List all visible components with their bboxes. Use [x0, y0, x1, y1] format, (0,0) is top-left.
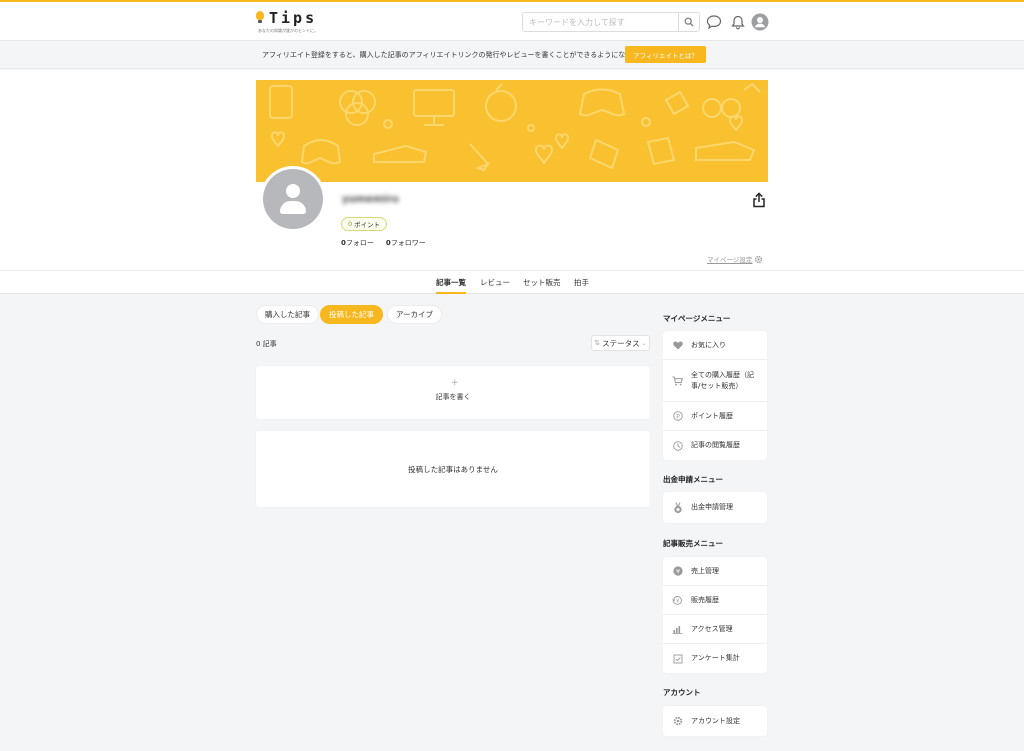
profile-avatar	[260, 166, 326, 232]
chat-bubble-icon	[706, 15, 722, 30]
profile-section: yumemiru 0 ポイント 0フォロー 0フォロワー マイページ設定	[0, 70, 1024, 270]
menu-item-point-history[interactable]: P ポイント履歴	[663, 402, 767, 431]
cart-icon	[672, 375, 683, 386]
empty-articles-message: 投稿した記事はありません	[408, 465, 498, 474]
banner-pattern-illustration	[269, 82, 761, 172]
points-badge: 0 ポイント	[341, 217, 388, 231]
payout-menu: 出金申請管理	[663, 492, 767, 523]
svg-text:P: P	[676, 413, 680, 420]
profile-tabs: 記事一覧 レビュー セット販売 拍手	[0, 270, 1024, 294]
menu-item-sales-management[interactable]: ¥ 売上管理	[663, 557, 767, 586]
mypage-menu-title: マイページメニュー	[663, 314, 731, 323]
menu-item-payout-management[interactable]: 出金申請管理	[663, 492, 767, 523]
sort-icon: ⇅	[594, 339, 601, 347]
gear-icon	[755, 255, 763, 263]
menu-item-account-settings[interactable]: アカウント設定	[663, 706, 767, 736]
heart-icon	[672, 340, 683, 351]
profile-username: yumemiru	[342, 194, 399, 205]
logo-text: Tips	[269, 9, 318, 27]
menu-item-label: 売上管理	[691, 566, 719, 575]
affiliate-notice-text: アフィリエイト登録をすると、購入した記事のアフィリエイトリンクの発行やレビューを…	[262, 51, 653, 59]
user-menu-button[interactable]	[751, 13, 769, 31]
menu-item-favorites[interactable]: お気に入り	[663, 331, 767, 360]
menu-item-label: 記事の閲覧履歴	[691, 441, 740, 449]
bell-icon	[731, 15, 745, 29]
sales-history-icon: ¥	[672, 595, 683, 606]
profile-banner	[256, 80, 768, 182]
point-icon: P	[672, 411, 683, 422]
menu-item-label: お気に入り	[691, 340, 726, 349]
survey-icon	[672, 653, 683, 664]
share-icon	[753, 192, 765, 208]
menu-item-label: アクセス管理	[691, 624, 733, 633]
bar-chart-icon	[672, 624, 683, 635]
menu-item-access-management[interactable]: アクセス管理	[663, 615, 767, 644]
notifications-button[interactable]	[729, 13, 747, 31]
follow-label: フォロー	[345, 239, 374, 247]
menu-item-survey-summary[interactable]: アンケート集計	[663, 644, 767, 673]
medal-icon	[672, 501, 683, 513]
yen-icon: ¥	[672, 566, 683, 577]
tab-reviews[interactable]: レビュー	[480, 271, 510, 294]
svg-text:¥: ¥	[675, 567, 679, 575]
search-box	[522, 12, 700, 32]
pill-archive[interactable]: アーカイブ	[387, 305, 443, 324]
lightbulb-icon	[256, 11, 264, 23]
menu-item-label: ポイント履歴	[691, 411, 733, 420]
affiliate-info-button[interactable]: アフィリエイトとは？	[625, 46, 706, 63]
write-article-label: 記事を書く	[435, 393, 471, 401]
sales-menu: ¥ 売上管理 ¥ 販売履歴 アクセス管理 アンケート集計	[663, 557, 767, 673]
tab-set-sales[interactable]: セット販売	[523, 271, 561, 294]
menu-item-purchase-history[interactable]: 全ての購入履歴（記事/セット販売）	[663, 360, 767, 402]
tab-articles[interactable]: 記事一覧	[436, 271, 466, 294]
menu-item-view-history[interactable]: 記事の閲覧履歴	[663, 431, 767, 460]
plus-icon: +	[451, 378, 459, 388]
points-label: ポイント	[354, 221, 381, 229]
gear-icon	[672, 716, 683, 727]
follower-link[interactable]: 0フォロワー	[386, 239, 426, 247]
menu-item-sales-history[interactable]: ¥ 販売履歴	[663, 586, 767, 615]
follower-label: フォロワー	[390, 239, 426, 247]
empty-articles-card: 投稿した記事はありません	[256, 431, 650, 507]
menu-item-label: アカウント設定	[691, 716, 740, 725]
tab-applause[interactable]: 拍手	[574, 271, 589, 294]
pill-posted-articles[interactable]: 投稿した記事	[320, 305, 383, 324]
top-navigation-bar: Tips あなたの知識が誰かのヒントに。	[0, 0, 1024, 41]
follow-link[interactable]: 0フォロー	[341, 239, 374, 247]
write-article-card[interactable]: + 記事を書く	[256, 366, 650, 419]
menu-item-label: 全ての購入履歴（記事/セット販売）	[691, 370, 754, 390]
svg-text:¥: ¥	[676, 599, 679, 605]
clock-icon	[672, 440, 683, 451]
search-button[interactable]	[678, 13, 699, 31]
article-count: 0 記事	[256, 340, 277, 348]
mypage-settings-link[interactable]: マイページ設定	[707, 254, 763, 264]
affiliate-notice-bar: アフィリエイト登録をすると、購入した記事のアフィリエイトリンクの発行やレビューを…	[0, 41, 1024, 69]
menu-item-label: 販売履歴	[691, 595, 719, 604]
logo-tagline: あなたの知識が誰かのヒントに。	[258, 28, 318, 33]
sales-menu-title: 記事販売メニュー	[663, 539, 723, 548]
follow-stats: 0フォロー 0フォロワー	[341, 238, 426, 248]
mypage-menu: お気に入り 全ての購入履歴（記事/セット販売） P ポイント履歴 記事の閲覧履歴	[663, 331, 767, 460]
status-sort-label: ステータス	[602, 338, 640, 348]
menu-item-label: アンケート集計	[691, 654, 740, 662]
account-menu-title: アカウント	[663, 688, 701, 697]
chevron-down-icon: ⌄	[641, 339, 647, 347]
user-avatar-icon	[751, 13, 769, 31]
share-button[interactable]	[752, 192, 766, 208]
account-menu: アカウント設定	[663, 706, 767, 736]
points-value: 0	[348, 220, 353, 228]
menu-item-label: 出金申請管理	[691, 503, 733, 511]
messages-button[interactable]	[705, 13, 723, 31]
payout-menu-title: 出金申請メニュー	[663, 475, 723, 484]
pill-purchased-articles[interactable]: 購入した記事	[256, 305, 319, 324]
default-user-icon	[263, 169, 323, 229]
search-icon	[684, 17, 694, 27]
tips-logo[interactable]: Tips あなたの知識が誰かのヒントに。	[256, 9, 326, 37]
search-input[interactable]	[523, 13, 679, 31]
status-sort-dropdown[interactable]: ⇅ ステータス ⌄	[591, 335, 650, 351]
mypage-settings-label: マイページ設定	[707, 256, 753, 264]
